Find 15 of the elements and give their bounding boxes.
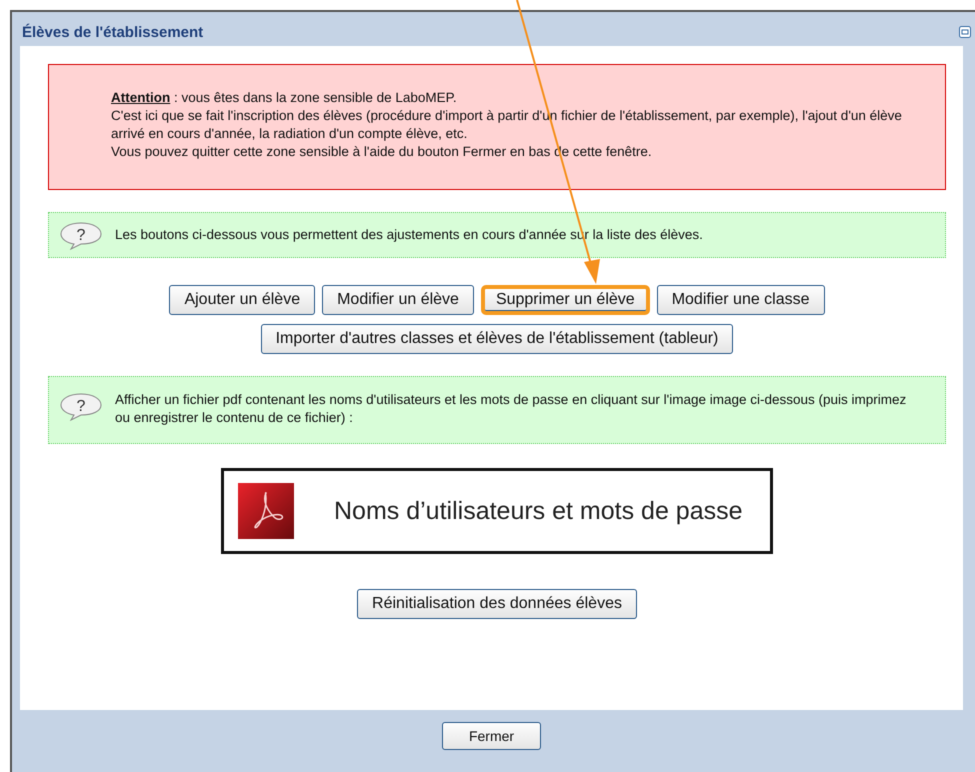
speech-bubble-icon: ? — [59, 391, 103, 421]
pdf-icon — [238, 483, 294, 539]
close-button[interactable]: Fermer — [442, 722, 542, 750]
info-text: Afficher un fichier pdf contenant les noms d'utilisateurs et les mots de passe en cliquant sur l'image image ci-dessous (puis imprimez ou enregistrer le contenu de ce fichier) : — [115, 391, 908, 427]
action-button[interactable]: Supprimer un élève — [480, 285, 650, 315]
speech-bubble-icon: ? — [59, 220, 103, 250]
pdf-link[interactable]: Noms d’utilisateurs et mots de passe — [221, 468, 773, 554]
action-button[interactable]: Modifier une classe — [656, 285, 825, 315]
action-button[interactable]: Modifier un élève — [322, 285, 474, 315]
warning-text: Attention : vous êtes dans la zone sensible de LaboMEP. — [111, 89, 458, 107]
maximize-icon[interactable] — [959, 26, 971, 38]
window-title: Élèves de l'établissement — [22, 24, 204, 40]
reset-button[interactable]: Réinitialisation des données élèves — [357, 589, 637, 619]
import-button[interactable]: Importer d'autres classes et élèves de l'établissement (tableur) — [260, 324, 734, 354]
action-button[interactable]: Ajouter un élève — [169, 285, 316, 315]
